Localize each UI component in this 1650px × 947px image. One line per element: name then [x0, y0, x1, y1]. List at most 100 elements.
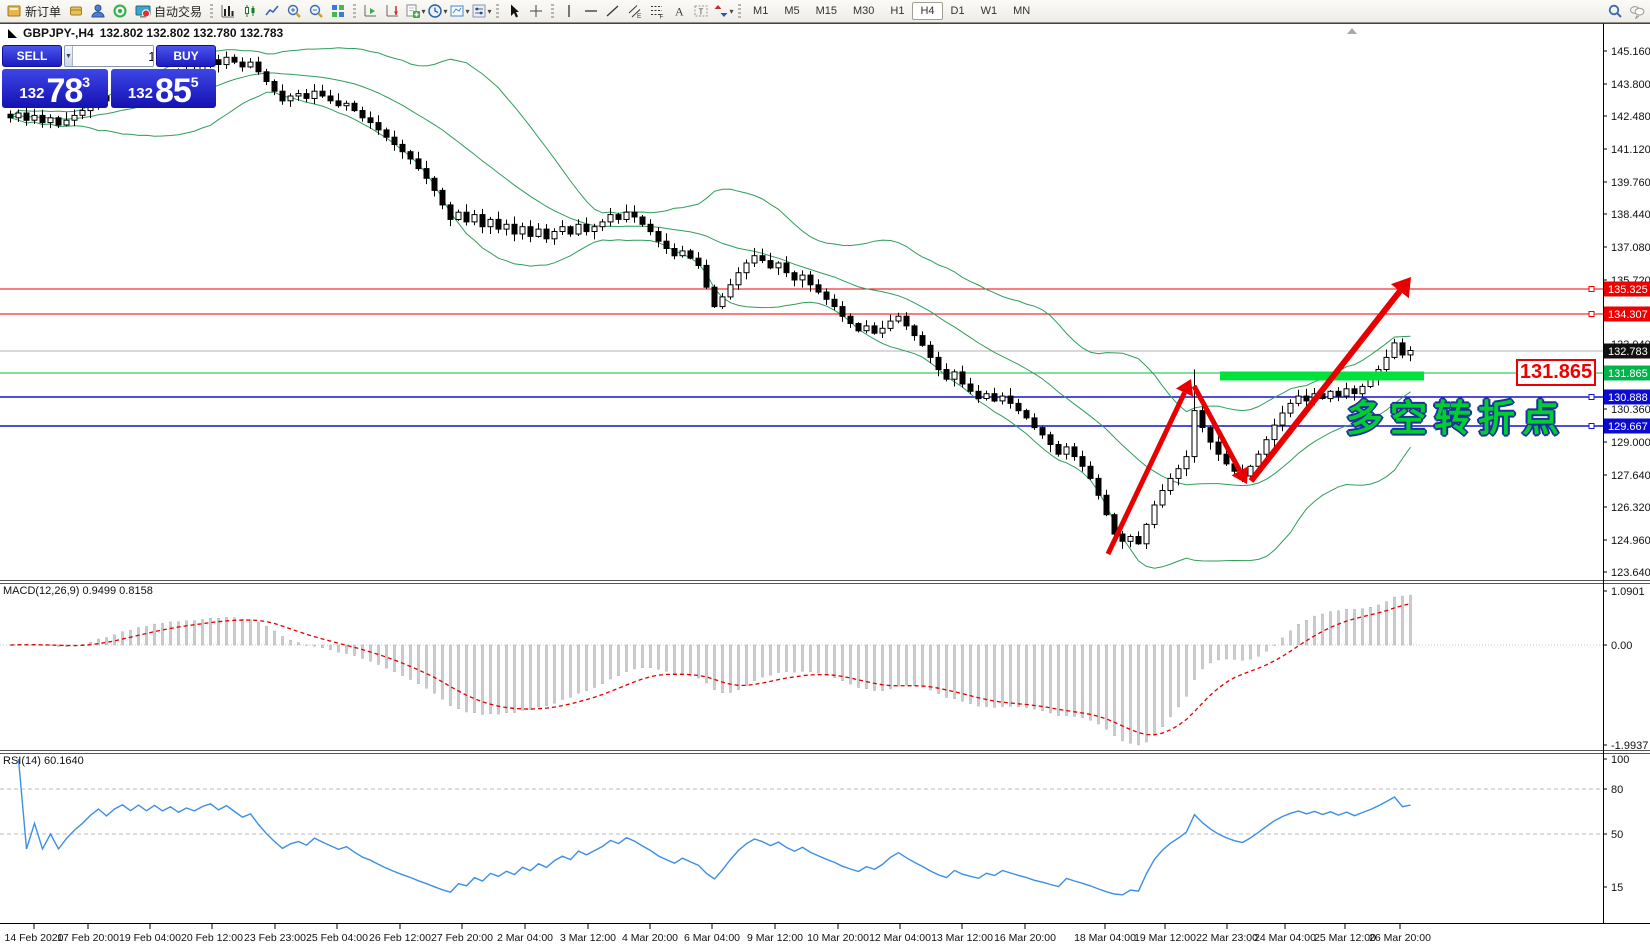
new-order-button[interactable]: 新订单 [2, 1, 65, 21]
buy-button[interactable]: BUY [156, 45, 216, 67]
candle [856, 324, 861, 331]
axis-tick-label: 130.360 [1611, 404, 1650, 416]
macd-bar [106, 638, 108, 645]
trend-arrow-line[interactable] [1251, 291, 1400, 481]
crosshair-icon-glyph [528, 3, 544, 19]
profiles-icon[interactable] [65, 1, 87, 21]
signals-icon[interactable] [109, 1, 131, 21]
candle [1008, 396, 1013, 403]
auto-scroll-icon[interactable] [360, 1, 382, 21]
macd-bar [450, 645, 452, 706]
chart-shift-icon[interactable] [382, 1, 404, 21]
candle [1040, 428, 1045, 435]
candle [504, 224, 509, 229]
line-handle[interactable] [1589, 395, 1594, 400]
line-handle[interactable] [1589, 424, 1594, 429]
channel-icon-glyph: E [627, 3, 643, 19]
candle [1264, 440, 1269, 455]
channel-icon[interactable]: E [624, 1, 646, 21]
timeframe-button-h1[interactable]: H1 [882, 2, 912, 20]
support-bar[interactable] [1220, 372, 1424, 381]
axis-tick-label: 138.440 [1611, 209, 1650, 221]
timeframe-button-m30[interactable]: M30 [845, 2, 882, 20]
fibonacci-icon[interactable]: F [646, 1, 668, 21]
line-handle[interactable] [1589, 287, 1594, 292]
buy-price-panel[interactable]: 132 85 5 [111, 69, 217, 108]
symbol-title: GBPJPY-,H4 [23, 26, 94, 40]
sell-price-panel[interactable]: 132 78 3 [2, 69, 108, 108]
candle [824, 292, 829, 299]
chat-icon[interactable] [1626, 1, 1648, 21]
candle [928, 345, 933, 357]
horizontal-line-icon[interactable] [580, 1, 602, 21]
trendline-icon[interactable] [602, 1, 624, 21]
axis-tick-label: 142.480 [1611, 111, 1650, 123]
timeframe-button-m5[interactable]: M5 [776, 2, 807, 20]
vertical-line-icon[interactable] [558, 1, 580, 21]
candle [528, 227, 533, 237]
arrows-icon[interactable]: ▾ [712, 1, 734, 21]
zoom-out-icon[interactable] [305, 1, 327, 21]
date-label: 4 Mar 20:00 [622, 932, 678, 944]
timeframe-button-w1[interactable]: W1 [973, 2, 1006, 20]
zoom-in-icon-glyph [286, 3, 302, 19]
search-icon[interactable] [1604, 1, 1626, 21]
macd-bar [362, 645, 364, 658]
macd-bar [1210, 645, 1212, 663]
cursor-icon[interactable] [503, 1, 525, 21]
timeframe-button-h4[interactable]: H4 [912, 2, 942, 20]
tile-windows-icon[interactable] [327, 1, 349, 21]
periods-icon[interactable]: ▾ [426, 1, 448, 21]
price-axis[interactable]: 145.160143.800142.480141.120139.760138.4… [1603, 46, 1650, 579]
date-axis[interactable]: 14 Feb 202017 Feb 20:0019 Feb 04:0020 Fe… [5, 923, 1432, 944]
crosshair-icon[interactable] [525, 1, 547, 21]
volume-decrease-button[interactable]: ▼ [65, 46, 73, 66]
account-icon[interactable] [87, 1, 109, 21]
toolbar-separator [210, 4, 213, 19]
chinese-annotation[interactable]: 多空转折点 [1346, 388, 1566, 442]
timeframe-button-m1[interactable]: M1 [745, 2, 776, 20]
macd-bar [794, 645, 796, 672]
zoom-in-icon[interactable] [283, 1, 305, 21]
candle [1128, 537, 1133, 542]
trend-arrow-line[interactable] [1194, 386, 1240, 471]
sell-button[interactable]: SELL [2, 45, 62, 67]
auto-trading-button[interactable]: 自动交易 [131, 1, 206, 21]
macd-axis: 1.09010.00-1.9937 [1603, 586, 1648, 752]
support-price-label[interactable]: 131.865 [1516, 359, 1596, 386]
indicator-list-icon[interactable]: ▾ [470, 1, 492, 21]
candle [912, 326, 917, 336]
macd-bar [818, 645, 820, 673]
text-icon[interactable]: A [668, 1, 690, 21]
line-handle[interactable] [1589, 312, 1594, 317]
scroll-indicator-icon[interactable] [1347, 28, 1357, 34]
timeframe-button-m15[interactable]: M15 [808, 2, 845, 20]
timeframe-button-mn[interactable]: MN [1005, 2, 1038, 20]
macd-bar [1138, 645, 1140, 745]
macd-bar [146, 626, 148, 645]
macd-bar [658, 645, 660, 669]
bar-chart-icon[interactable] [217, 1, 239, 21]
add-indicator-icon[interactable]: ▾ [404, 1, 426, 21]
candle [1048, 435, 1053, 445]
buy-price-big: 85 [155, 75, 191, 107]
candle [408, 152, 413, 159]
chart-canvas[interactable]: 145.160143.800142.480141.120139.760138.4… [0, 0, 1650, 947]
macd-bar [1266, 645, 1268, 651]
macd-bar [1242, 645, 1244, 660]
candlestick-icon[interactable] [239, 1, 261, 21]
macd-bar [594, 645, 596, 688]
volume-input[interactable] [73, 46, 154, 66]
timeframe-button-d1[interactable]: D1 [943, 2, 973, 20]
candle [944, 370, 949, 380]
candle [680, 251, 685, 256]
line-chart-icon[interactable] [261, 1, 283, 21]
candle [448, 205, 453, 220]
label-icon[interactable]: T [690, 1, 712, 21]
candle [488, 219, 493, 226]
candle [264, 72, 269, 82]
templates-icon[interactable]: ▾ [448, 1, 470, 21]
symbol-marker-icon [8, 29, 17, 38]
macd-bar [722, 645, 724, 693]
macd-bar [1354, 609, 1356, 645]
